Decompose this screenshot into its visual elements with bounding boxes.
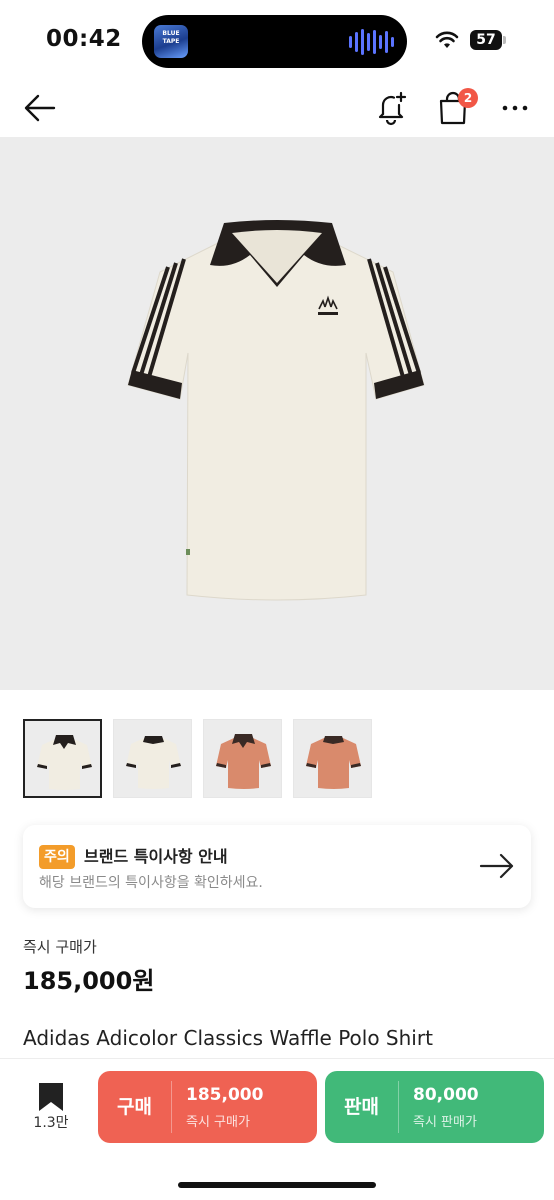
audio-waveform-icon — [349, 28, 394, 56]
price-label: 즉시 구매가 — [23, 938, 97, 956]
cart-count-badge: 2 — [458, 88, 478, 108]
thumbnail-2-image — [126, 736, 181, 789]
product-image[interactable] — [0, 137, 554, 690]
sell-price: 80,000 — [413, 1085, 479, 1105]
brand-notice-card[interactable]: 주의 브랜드 특이사항 안내 해당 브랜드의 특이사항을 확인하세요. — [23, 825, 531, 908]
notice-title: 브랜드 특이사항 안내 — [84, 847, 228, 866]
arrow-right-icon — [479, 853, 514, 879]
wishlist-button[interactable]: 1.3만 — [26, 1078, 76, 1138]
notice-description: 해당 브랜드의 특이사항을 확인하세요. — [39, 875, 263, 891]
back-arrow-icon[interactable] — [22, 90, 58, 126]
home-indicator[interactable] — [178, 1182, 376, 1188]
thumbnail-1-image — [37, 735, 92, 790]
more-options-icon[interactable] — [500, 98, 530, 118]
wifi-icon — [435, 31, 459, 48]
notice-badge: 주의 — [39, 845, 75, 869]
sell-sublabel: 즉시 판매가 — [413, 1115, 477, 1130]
sell-divider — [398, 1081, 399, 1133]
status-bar: 00:42 BLUE TAPE 57 — [0, 0, 554, 84]
now-playing-artwork: BLUE TAPE — [154, 25, 188, 58]
battery-indicator: 57 — [470, 30, 502, 50]
bookmark-icon — [39, 1083, 63, 1111]
wishlist-count: 1.3만 — [33, 1115, 69, 1131]
thumbnail-2[interactable] — [113, 719, 192, 798]
buy-button[interactable]: 구매 185,000 즉시 구매가 — [98, 1071, 317, 1143]
buy-label: 구매 — [117, 1096, 152, 1118]
sell-button[interactable]: 판매 80,000 즉시 판매가 — [325, 1071, 544, 1143]
status-time: 00:42 — [46, 26, 122, 52]
buy-sublabel: 즉시 구매가 — [186, 1115, 250, 1130]
product-name: Adidas Adicolor Classics Waffle Polo Shi… — [23, 1026, 433, 1050]
thumbnail-3[interactable] — [203, 719, 282, 798]
buy-divider — [171, 1081, 172, 1133]
thumbnail-4[interactable] — [293, 719, 372, 798]
thumbnail-4-image — [306, 736, 361, 789]
polo-shirt-image — [127, 220, 425, 601]
buy-price: 185,000 — [186, 1085, 264, 1105]
battery-tip — [503, 36, 506, 44]
now-playing-art-text: BLUE TAPE — [162, 30, 180, 45]
bell-plus-icon[interactable] — [374, 90, 408, 126]
sell-label: 판매 — [344, 1096, 379, 1118]
price-value: 185,000원 — [23, 967, 155, 995]
thumbnail-1[interactable] — [23, 719, 102, 798]
thumbnail-3-image — [216, 734, 271, 789]
dynamic-island[interactable]: BLUE TAPE — [142, 15, 407, 68]
